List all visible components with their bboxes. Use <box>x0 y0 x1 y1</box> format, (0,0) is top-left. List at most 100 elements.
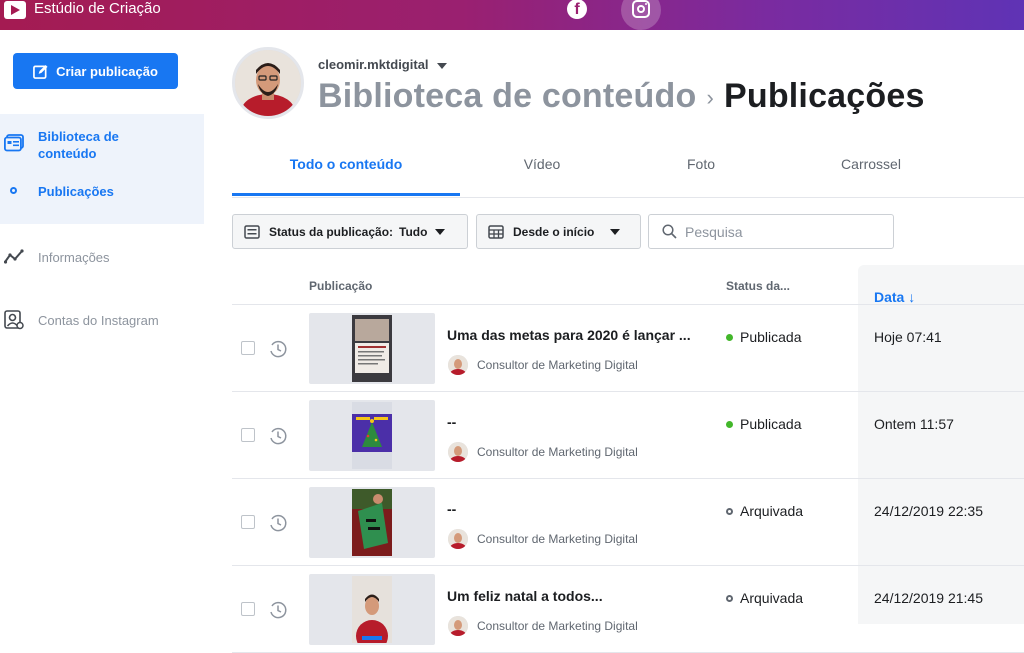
author-avatar <box>448 355 468 375</box>
schedule-clock-icon[interactable] <box>268 600 288 620</box>
post-thumbnail-image <box>352 402 392 469</box>
sidebar: Criar publicação Biblioteca de conteúdo … <box>0 30 204 624</box>
table-row[interactable]: -- Consultor de Marketing Digital Arquiv… <box>232 479 1024 566</box>
author-name: Consultor de Marketing Digital <box>477 445 638 459</box>
post-title[interactable]: Um feliz natal a todos... <box>447 588 603 604</box>
page-title: Publicações <box>723 77 925 115</box>
post-author: Consultor de Marketing Digital <box>448 442 638 462</box>
author-avatar <box>448 529 468 549</box>
post-date: Hoje 07:41 <box>874 329 942 345</box>
sidebar-item-insights[interactable]: Informações <box>0 247 204 269</box>
column-header-status[interactable]: Status da... <box>726 279 790 293</box>
author-name: Consultor de Marketing Digital <box>477 532 638 546</box>
top-bar: Estúdio de Criação f <box>0 0 1024 30</box>
schedule-clock-icon[interactable] <box>268 339 288 359</box>
date-range-label: Desde o início <box>513 224 595 239</box>
post-thumbnail-image <box>352 315 392 382</box>
post-date: 24/12/2019 22:35 <box>874 503 983 519</box>
schedule-clock-icon[interactable] <box>268 426 288 446</box>
row-checkbox[interactable] <box>241 341 255 355</box>
sidebar-item-instagram-accounts[interactable]: Contas do Instagram <box>0 310 204 332</box>
post-title[interactable]: -- <box>447 414 456 430</box>
table-header: Publicação Status da... Data ↓ <box>232 265 1024 305</box>
archived-circle-icon <box>726 507 733 515</box>
status-filter-dropdown[interactable]: Status da publicação: Tudo <box>232 214 468 249</box>
create-post-button[interactable]: Criar publicação <box>13 53 178 89</box>
search-icon <box>662 224 677 239</box>
author-name: Consultor de Marketing Digital <box>477 358 638 372</box>
author-name: Consultor de Marketing Digital <box>477 619 638 633</box>
post-title[interactable]: Uma das metas para 2020 é lançar ... <box>447 327 691 343</box>
row-checkbox[interactable] <box>241 515 255 529</box>
status-badge: Publicada <box>726 416 802 432</box>
instagram-icon <box>632 0 650 18</box>
account-name: cleomir.mktdigital <box>318 57 429 72</box>
insights-chart-icon <box>4 249 24 264</box>
instagram-tab[interactable] <box>621 0 661 30</box>
status-badge: Publicada <box>726 329 802 345</box>
post-thumbnail[interactable] <box>309 574 435 645</box>
create-post-label: Criar publicação <box>56 63 158 79</box>
facebook-icon[interactable]: f <box>567 0 587 19</box>
status-badge: Arquivada <box>726 590 803 606</box>
caret-down-icon <box>436 62 447 69</box>
content-type-tabs: Todo o conteúdo Vídeo Foto Carrossel <box>232 144 1024 198</box>
caret-down-icon <box>610 228 621 235</box>
post-title[interactable]: -- <box>447 501 456 517</box>
status-text: Publicada <box>740 329 802 345</box>
schedule-clock-icon[interactable] <box>268 513 288 533</box>
app-title: Estúdio de Criação <box>34 0 161 17</box>
search-input[interactable] <box>685 223 885 240</box>
post-author: Consultor de Marketing Digital <box>448 355 638 375</box>
calendar-grid-icon <box>488 224 504 239</box>
table-row[interactable]: Uma das metas para 2020 é lançar ... Con… <box>232 305 1024 392</box>
sidebar-item-label: Biblioteca de conteúdo <box>38 129 119 161</box>
date-range-dropdown[interactable]: Desde o início <box>476 214 641 249</box>
column-header-date[interactable]: Data ↓ <box>874 289 915 305</box>
post-thumbnail-image <box>352 489 392 556</box>
sidebar-item-content-library[interactable]: Biblioteca de conteúdo <box>0 128 204 162</box>
circle-bullet-icon <box>10 187 17 194</box>
status-text: Publicada <box>740 416 802 432</box>
row-checkbox[interactable] <box>241 428 255 442</box>
tab-all-content[interactable]: Todo o conteúdo <box>232 144 460 196</box>
archived-circle-icon <box>726 594 733 602</box>
author-avatar <box>448 616 468 636</box>
status-badge: Arquivada <box>726 503 803 519</box>
main-content: cleomir.mktdigital Biblioteca de conteúd… <box>204 30 1024 653</box>
author-avatar <box>448 442 468 462</box>
sidebar-item-publications[interactable]: Publicações <box>0 182 204 202</box>
instagram-accounts-icon <box>4 310 24 330</box>
breadcrumb: Biblioteca de conteúdo › Publicações <box>318 77 925 116</box>
list-icon <box>244 224 260 239</box>
published-dot-icon <box>726 333 733 341</box>
search-field[interactable] <box>648 214 894 249</box>
account-avatar <box>232 47 304 119</box>
status-filter-label: Status da publicação: <box>269 224 394 239</box>
sidebar-item-label: Informações <box>38 250 110 265</box>
post-date: 24/12/2019 21:45 <box>874 590 983 606</box>
post-thumbnail-image <box>352 576 392 643</box>
status-text: Arquivada <box>740 590 804 606</box>
row-checkbox[interactable] <box>241 602 255 616</box>
post-author: Consultor de Marketing Digital <box>448 616 638 636</box>
content-library-group: Biblioteca de conteúdo Publicações <box>0 114 204 224</box>
column-header-publication[interactable]: Publicação <box>309 279 372 293</box>
sidebar-item-label: Contas do Instagram <box>38 313 159 328</box>
post-thumbnail[interactable] <box>309 487 435 558</box>
post-author: Consultor de Marketing Digital <box>448 529 638 549</box>
account-switcher[interactable]: cleomir.mktdigital <box>318 57 447 72</box>
caret-down-icon <box>435 228 446 235</box>
table-row[interactable]: -- Consultor de Marketing Digital Public… <box>232 392 1024 479</box>
post-date: Ontem 11:57 <box>874 416 954 432</box>
breadcrumb-parent[interactable]: Biblioteca de conteúdo <box>318 77 696 115</box>
chevron-right-icon: › <box>706 85 714 111</box>
edit-icon <box>33 64 48 79</box>
sidebar-item-label: Publicações <box>38 184 114 199</box>
post-thumbnail[interactable] <box>309 313 435 384</box>
table-row[interactable]: Um feliz natal a todos... Consultor de M… <box>232 566 1024 653</box>
status-filter-value: Tudo <box>399 224 428 239</box>
published-dot-icon <box>726 420 733 428</box>
post-thumbnail[interactable] <box>309 400 435 471</box>
tab-carousel[interactable]: Carrossel <box>757 144 985 196</box>
